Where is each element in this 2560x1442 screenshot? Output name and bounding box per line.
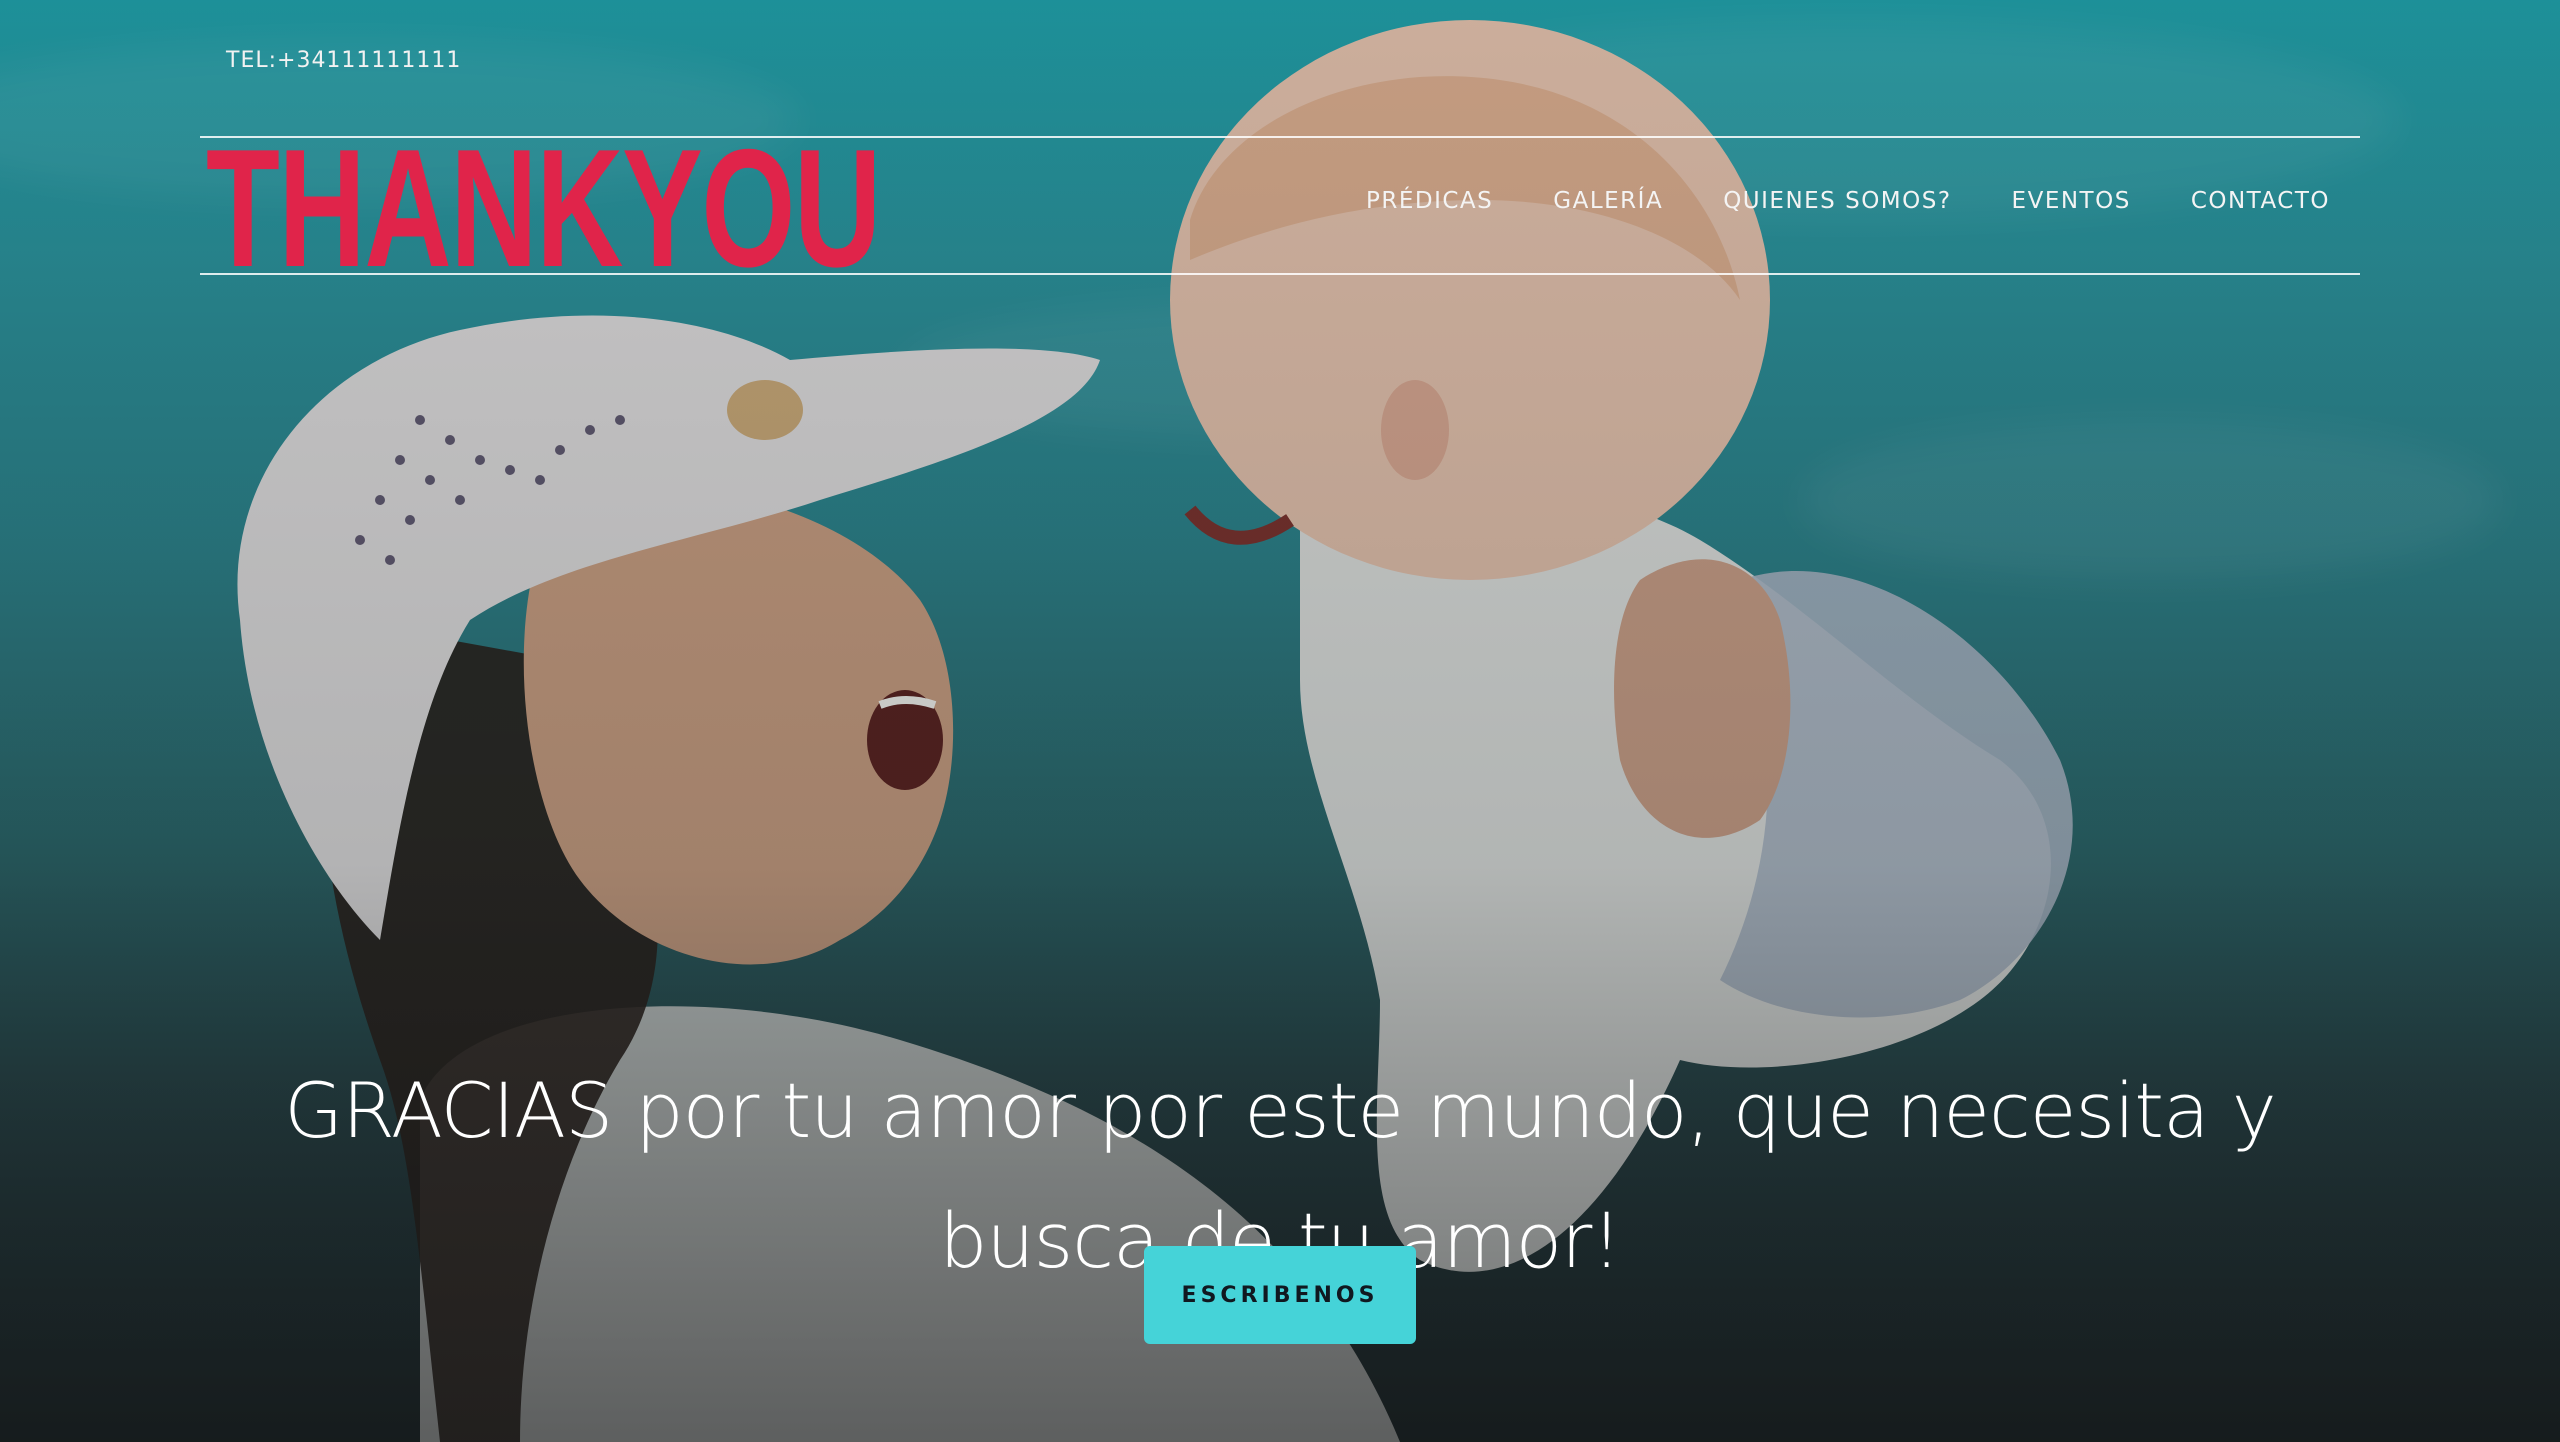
phone-number[interactable]: TEL:+34111111111 [226, 48, 461, 73]
nav-item-quienes-somos[interactable]: QUIENES SOMOS? [1693, 182, 1981, 220]
nav-item-eventos[interactable]: EVENTOS [1982, 182, 2161, 220]
site-logo[interactable]: THANKYOU [206, 124, 881, 292]
nav-item-contacto[interactable]: CONTACTO [2161, 182, 2360, 220]
escribenos-button[interactable]: ESCRIBENOS [1144, 1246, 1416, 1344]
nav-item-predicas[interactable]: PRÉDICAS [1336, 182, 1523, 220]
nav-item-galeria[interactable]: GALERÍA [1523, 182, 1693, 220]
hero-section: TEL:+34111111111 THANKYOU PRÉDICAS GALER… [0, 0, 2560, 1442]
main-navigation: PRÉDICAS GALERÍA QUIENES SOMOS? EVENTOS … [1336, 182, 2360, 220]
